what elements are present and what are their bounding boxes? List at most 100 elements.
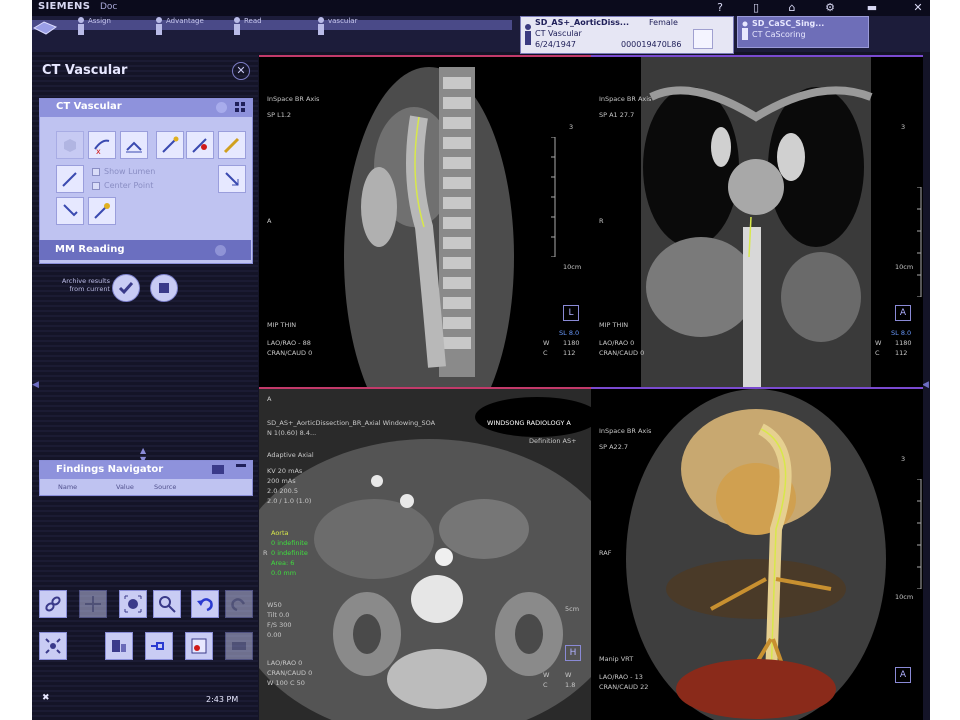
show-lumen-checkbox[interactable]: Show Lumen: [92, 167, 155, 176]
coronal-image: [641, 57, 873, 387]
axial-w-value: W: [565, 671, 572, 679]
viewport-coronal[interactable]: InSpace BR Axis SP A1 27.7 R MIP THIN LA…: [591, 55, 923, 387]
title-bar: SIEMENS Doc ? ▯ ⌂ ⚙ ▬ ✕: [32, 0, 930, 16]
viewport-axial[interactable]: A SD_AS+_AorticDissection_BR_Axial Windo…: [259, 387, 591, 720]
vrt-scale-num: 3: [901, 455, 906, 463]
findings-export-icon[interactable]: [212, 465, 224, 474]
pan-icon: [85, 596, 101, 612]
patient-browser-icon[interactable]: [32, 18, 58, 38]
sag-scale-num: 3: [569, 123, 574, 131]
link-button[interactable]: [39, 590, 67, 618]
vrt-orientation-cube[interactable]: A: [895, 667, 911, 683]
close-x-icon[interactable]: ✖: [42, 693, 50, 703]
vrt-scale-label: 10cm: [895, 593, 914, 601]
axial-measure-3: 0 indefinite: [271, 549, 308, 557]
sag-ruler: [551, 137, 556, 257]
cor-window: 1180: [895, 339, 912, 347]
grid-layout-icon[interactable]: [235, 102, 245, 112]
archive-confirm-button[interactable]: [112, 274, 140, 302]
sag-orientation-cube[interactable]: L: [563, 305, 579, 321]
centerline-icon: [126, 141, 142, 153]
close-panel-button[interactable]: ✕: [232, 62, 250, 80]
cor-crancaud: CRAN/CAUD 0: [599, 349, 645, 357]
draw-tool-button[interactable]: [218, 131, 246, 159]
sag-c-label: C: [543, 349, 548, 357]
vessel-remove-icon: x: [94, 139, 110, 155]
home-icon[interactable]: ⌂: [784, 1, 800, 15]
cor-center: 112: [895, 349, 908, 357]
redo-button[interactable]: [225, 590, 253, 618]
col-source[interactable]: Source: [154, 483, 176, 491]
print-button[interactable]: [225, 632, 253, 660]
axial-crancaud: CRAN/CAUD 0: [267, 669, 313, 677]
cor-w-label: W: [875, 339, 882, 347]
vessel-probe-button[interactable]: [156, 131, 184, 159]
axial-info-5: 2.0 / 1.0 (1.0): [267, 497, 312, 505]
sag-crancaud: CRAN/CAUD 0: [267, 349, 313, 357]
minimize-icon[interactable]: ▬: [864, 1, 880, 15]
cor-scale-num: 3: [901, 123, 906, 131]
left-collapse-icon[interactable]: ◀: [32, 380, 39, 390]
cor-mode: MIP THIN: [599, 321, 629, 329]
curved-mpr-button[interactable]: [218, 165, 246, 193]
centerline-button[interactable]: [120, 131, 148, 159]
path-tool-button[interactable]: [56, 197, 84, 225]
undo-button[interactable]: [191, 590, 219, 618]
remove-vessel-button[interactable]: x: [88, 131, 116, 159]
cube-tool-button[interactable]: [56, 131, 84, 159]
delete-marker-button[interactable]: [186, 131, 214, 159]
close-icon[interactable]: ✕: [910, 1, 926, 15]
viewport-vrt[interactable]: InSpace BR Axis SP A22.7 RAF Manip VRT L…: [591, 387, 923, 720]
patient-sex: Female: [649, 18, 678, 27]
tools-icon[interactable]: ⚙: [822, 1, 838, 15]
path-edit-icon: [94, 203, 110, 219]
col-value[interactable]: Value: [116, 483, 134, 491]
vrt-image: [626, 389, 886, 720]
axial-series-2: N 1(0.60) 8.4...: [267, 429, 317, 437]
mm-reading-bar[interactable]: MM Reading: [39, 240, 251, 260]
findings-navigator: Findings Navigator Name Value Source: [39, 460, 253, 496]
patient-card-active[interactable]: SD_AS+_AorticDiss... Female CT Vascular …: [520, 16, 734, 54]
vrt-info-2: SP A22.7: [599, 443, 629, 451]
cor-c-label: C: [875, 349, 880, 357]
cor-info-1: InSpace BR Axis: [599, 95, 652, 103]
patient2-name: SD_CaSC_Sing...: [752, 19, 825, 28]
right-collapse-icon[interactable]: ◀: [922, 380, 929, 390]
minimize-icon[interactable]: [236, 464, 246, 467]
zoom-fit-button[interactable]: [119, 590, 147, 618]
axial-orientation-cube[interactable]: H: [565, 645, 581, 661]
view-options-button[interactable]: [145, 632, 173, 660]
col-name[interactable]: Name: [58, 483, 77, 491]
stenosis-tool-button[interactable]: [56, 165, 84, 193]
sag-w-label: W: [543, 339, 550, 347]
axial-definition: Definition AS+: [529, 437, 577, 445]
sag-laorao: LAO/RAO - 88: [267, 339, 311, 347]
cor-ruler: [917, 187, 922, 297]
ct-vascular-title: CT Vascular: [56, 101, 122, 112]
layout-button[interactable]: [105, 632, 133, 660]
cor-slice: SL 8.0: [891, 329, 912, 337]
color-map-button[interactable]: [185, 632, 213, 660]
sag-window: 1180: [563, 339, 580, 347]
findings-header: Findings Navigator: [40, 461, 252, 479]
help-icon[interactable]: ?: [712, 1, 728, 15]
center-point-checkbox[interactable]: Center Point: [92, 181, 153, 190]
refresh-icon[interactable]: [216, 102, 227, 113]
patient-card-secondary[interactable]: SD_CaSC_Sing... CT CaScoring: [737, 16, 869, 48]
refresh-icon[interactable]: [215, 245, 226, 256]
pan-button[interactable]: [79, 590, 107, 618]
reset-view-button[interactable]: [39, 632, 67, 660]
axial-measure-2: 0 indefinite: [271, 539, 308, 547]
path-icon: [63, 204, 78, 217]
zoom-pan-button[interactable]: [153, 590, 181, 618]
axial-measure-1: Aorta: [271, 529, 289, 537]
axial-bl-2: Tilt 0.0: [267, 611, 290, 619]
stenosis-icon: [62, 172, 77, 187]
vrt-side-marker: RAF: [599, 549, 612, 557]
save-icon[interactable]: ▯: [748, 1, 764, 15]
viewport-sagittal[interactable]: InSpace BR Axis SP L1.2 A MIP THIN LAO/R…: [259, 55, 591, 387]
cor-scale-label: 10cm: [895, 263, 914, 271]
archive-stop-button[interactable]: [150, 274, 178, 302]
cor-orientation-cube[interactable]: A: [895, 305, 911, 321]
path-edit-button[interactable]: [88, 197, 116, 225]
